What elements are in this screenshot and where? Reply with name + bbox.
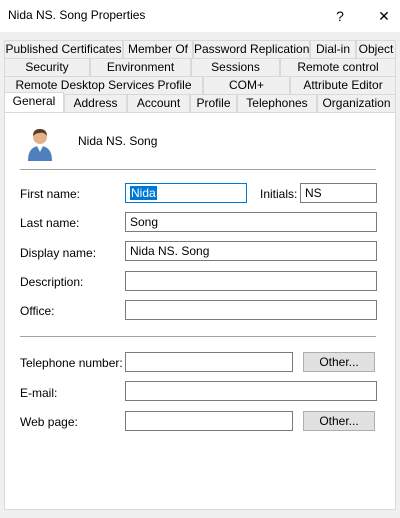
help-button[interactable]: ? — [318, 0, 362, 32]
telephone-label: Telephone number: — [20, 356, 123, 370]
first-name-value: Nida — [130, 186, 157, 200]
tab-attribute-editor[interactable]: Attribute Editor — [290, 76, 396, 94]
tab-security[interactable]: Security — [4, 58, 90, 76]
tab-telephones[interactable]: Telephones — [237, 94, 317, 112]
user-display-name: Nida NS. Song — [78, 134, 158, 148]
general-tab-panel: Nida NS. Song First name: Nida Initials:… — [4, 112, 396, 510]
telephone-field[interactable] — [125, 352, 293, 372]
initials-label: Initials: — [260, 187, 298, 201]
title-bar: Nida NS. Song Properties ? ✕ — [0, 0, 400, 32]
tab-organization[interactable]: Organization — [317, 94, 396, 112]
tab-remote-control[interactable]: Remote control — [280, 58, 396, 76]
last-name-label: Last name: — [20, 216, 80, 230]
tab-member-of[interactable]: Member Of — [123, 40, 193, 58]
email-label: E-mail: — [20, 386, 58, 400]
tab-com-plus[interactable]: COM+ — [203, 76, 290, 94]
web-page-label: Web page: — [20, 415, 78, 429]
tab-account[interactable]: Account — [127, 94, 190, 112]
tab-password-replication[interactable]: Password Replication — [193, 40, 310, 58]
tab-general[interactable]: General — [4, 92, 64, 112]
initials-field[interactable]: NS — [300, 183, 377, 203]
tab-row-4: General Address Account Profile Telephon… — [4, 92, 396, 112]
separator — [20, 169, 376, 170]
first-name-label: First name: — [20, 187, 81, 201]
tab-profile[interactable]: Profile — [190, 94, 237, 112]
display-name-label: Display name: — [20, 246, 97, 260]
tab-address[interactable]: Address — [64, 94, 127, 112]
tab-published-certificates[interactable]: Published Certificates — [4, 40, 123, 58]
display-name-field[interactable]: Nida NS. Song — [125, 241, 377, 261]
tab-environment[interactable]: Environment — [90, 58, 191, 76]
separator — [20, 336, 376, 337]
description-label: Description: — [20, 275, 84, 289]
telephone-other-button[interactable]: Other... — [303, 352, 375, 372]
tab-row-1: Published Certificates Member Of Passwor… — [4, 40, 396, 58]
last-name-field[interactable]: Song — [125, 212, 377, 232]
web-page-field[interactable] — [125, 411, 293, 431]
first-name-field[interactable]: Nida — [125, 183, 247, 203]
web-page-other-button[interactable]: Other... — [303, 411, 375, 431]
tab-object[interactable]: Object — [356, 40, 396, 58]
office-field[interactable] — [125, 300, 377, 320]
description-field[interactable] — [125, 271, 377, 291]
close-button[interactable]: ✕ — [362, 0, 400, 32]
tab-sessions[interactable]: Sessions — [191, 58, 280, 76]
office-label: Office: — [20, 304, 55, 318]
tab-row-2: Security Environment Sessions Remote con… — [4, 58, 396, 76]
user-icon — [28, 129, 52, 161]
window-title: Nida NS. Song Properties — [8, 8, 146, 22]
tab-dial-in[interactable]: Dial-in — [310, 40, 356, 58]
email-field[interactable] — [125, 381, 377, 401]
